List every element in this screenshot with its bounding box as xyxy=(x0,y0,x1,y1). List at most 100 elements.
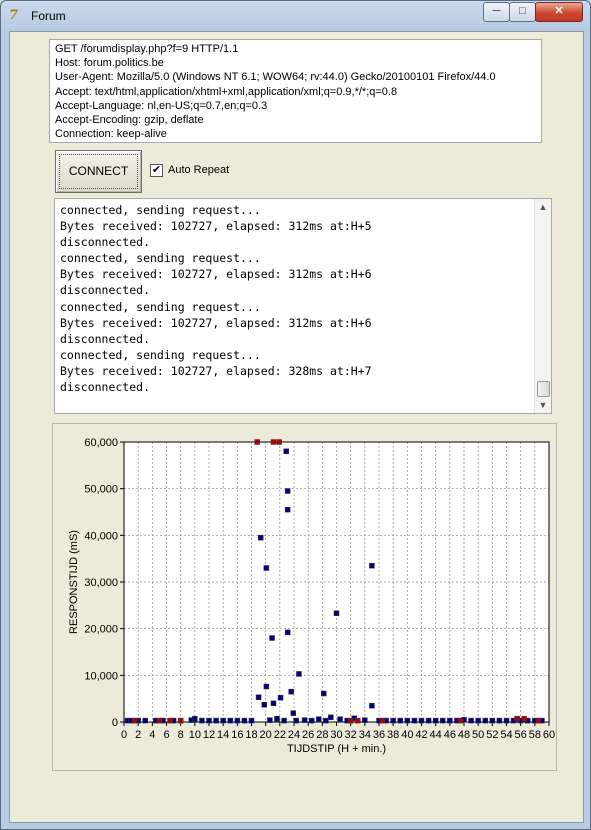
x-tick-label: 26 xyxy=(302,729,314,741)
data-point xyxy=(241,717,248,724)
request-line: Accept-Language: nl,en-US;q=0.7,en;q=0.3 xyxy=(55,99,268,112)
data-point xyxy=(362,717,368,723)
log-scrollbar[interactable]: ▲ ▼ xyxy=(534,199,551,413)
scroll-down-arrow-icon[interactable]: ▼ xyxy=(535,397,551,413)
data-point xyxy=(432,717,439,724)
x-tick-label: 10 xyxy=(189,729,201,741)
client-area: GET /forumdisplay.php?f=9 HTTP/1.1 Host:… xyxy=(9,31,584,823)
data-point xyxy=(496,717,503,724)
log-line: disconnected. xyxy=(60,283,151,298)
data-point xyxy=(270,700,277,707)
data-point-error xyxy=(521,715,527,722)
data-point xyxy=(301,717,308,723)
data-point xyxy=(328,714,334,721)
log-lines: connected, sending request... Bytes rece… xyxy=(60,202,530,395)
data-point xyxy=(482,717,488,724)
data-point xyxy=(296,671,302,677)
y-axis-label: RESPONSTIJD (mS) xyxy=(68,530,80,634)
x-tick-label: 34 xyxy=(359,729,371,741)
data-point xyxy=(284,629,291,636)
request-line: User-Agent: Mozilla/5.0 (Windows NT 6.1;… xyxy=(55,71,496,84)
data-point xyxy=(192,715,198,722)
data-point xyxy=(248,717,255,724)
data-point xyxy=(284,506,291,513)
data-point xyxy=(274,715,280,722)
data-point xyxy=(263,683,270,690)
data-point xyxy=(418,717,425,724)
data-point-error xyxy=(156,717,163,724)
log-line: disconnected. xyxy=(60,235,151,250)
request-line: Connection: keep-alive xyxy=(55,128,167,141)
request-line: Accept: text/html,application/xhtml+xml,… xyxy=(55,85,398,98)
scroll-thumb[interactable] xyxy=(537,381,550,397)
x-tick-label: 4 xyxy=(149,729,155,741)
data-point xyxy=(397,717,403,724)
y-tick-label: 30,000 xyxy=(84,577,118,589)
data-point xyxy=(321,690,327,697)
x-tick-label: 14 xyxy=(217,729,229,741)
data-point xyxy=(277,694,284,701)
data-point-error xyxy=(254,439,260,445)
data-point xyxy=(257,534,264,541)
x-tick-label: 16 xyxy=(231,729,243,741)
data-point xyxy=(447,717,453,724)
x-tick-label: 44 xyxy=(430,729,442,741)
x-tick-label: 58 xyxy=(529,729,541,741)
data-point xyxy=(281,717,287,724)
y-tick-label: 10,000 xyxy=(84,670,118,682)
data-point xyxy=(284,488,291,494)
request-headers-textbox[interactable]: GET /forumdisplay.php?f=9 HTTP/1.1 Host:… xyxy=(49,39,542,143)
y-tick-label: 50,000 xyxy=(84,484,118,496)
x-tick-label: 24 xyxy=(288,729,300,741)
data-point xyxy=(337,716,343,722)
log-line: disconnected. xyxy=(60,331,151,346)
data-point xyxy=(369,562,375,569)
data-point xyxy=(288,688,294,695)
x-tick-label: 36 xyxy=(373,729,385,741)
data-point xyxy=(293,717,299,724)
data-point-error xyxy=(270,439,277,445)
x-tick-label: 32 xyxy=(345,729,357,741)
data-point xyxy=(440,717,446,724)
data-point xyxy=(267,717,273,723)
data-point xyxy=(199,717,205,724)
data-point-error xyxy=(131,717,138,724)
data-point-error xyxy=(535,717,542,724)
title-bar[interactable]: 7 Forum ─ □ ✕ xyxy=(1,1,590,31)
log-line: Bytes received: 102727, elapsed: 328ms a… xyxy=(60,363,372,378)
x-tick-label: 54 xyxy=(500,729,512,741)
response-time-chart-panel: 0 2 4 6 8 10 12 14 16 18 20 22 24 26 28 30 32 34 36 38 40 42 4… xyxy=(52,423,557,771)
minimize-button[interactable]: ─ xyxy=(483,2,510,22)
connect-button[interactable]: CONNECT xyxy=(55,150,142,193)
data-point xyxy=(263,565,270,571)
app-icon: 7 xyxy=(9,8,19,23)
x-tick-label: 52 xyxy=(486,729,498,741)
data-point-error xyxy=(276,439,282,445)
log-line: connected, sending request... xyxy=(60,251,261,266)
data-point xyxy=(220,717,226,724)
data-point-error xyxy=(177,717,184,724)
data-point-error xyxy=(167,717,173,724)
y-tick-label: 40,000 xyxy=(84,530,118,542)
data-point xyxy=(475,717,481,724)
x-tick-label: 60 xyxy=(543,729,555,741)
scroll-up-arrow-icon[interactable]: ▲ xyxy=(535,199,551,215)
data-point-error xyxy=(347,717,354,724)
log-line: Bytes received: 102727, elapsed: 312ms a… xyxy=(60,219,372,234)
data-point xyxy=(333,610,340,617)
maximize-button[interactable]: □ xyxy=(509,2,536,22)
auto-repeat-label[interactable]: Auto Repeat xyxy=(168,164,229,176)
forum-window: 7 Forum ─ □ ✕ GET /forumdisplay.php?f=9 … xyxy=(0,0,591,830)
x-tick-label: 48 xyxy=(458,729,470,741)
x-tick-label: 56 xyxy=(515,729,527,741)
data-point xyxy=(227,717,233,724)
data-point xyxy=(213,717,219,724)
data-point xyxy=(489,717,496,724)
data-point xyxy=(290,710,297,716)
request-line: Host: forum.politics.be xyxy=(55,57,164,70)
auto-repeat-checkbox[interactable]: ✔ xyxy=(150,164,163,177)
close-button[interactable]: ✕ xyxy=(535,2,583,22)
data-point xyxy=(425,717,432,724)
log-output[interactable]: connected, sending request... Bytes rece… xyxy=(54,198,552,414)
data-point-error xyxy=(457,717,464,724)
